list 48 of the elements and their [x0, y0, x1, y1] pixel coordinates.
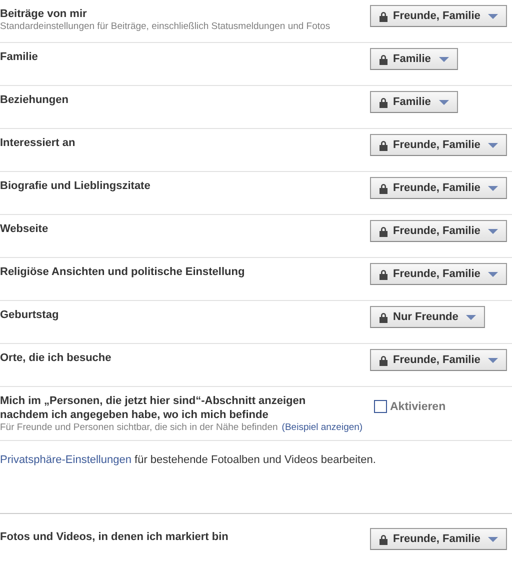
setting-title: Fotos und Videos, in denen ich markiert bin [0, 530, 230, 544]
caret-icon [488, 142, 498, 148]
privacy-dropdown[interactable]: Freunde, Familie [370, 134, 508, 156]
setting-title: Familie [0, 50, 39, 64]
privacy-dropdown[interactable]: Freunde, Familie [370, 177, 508, 199]
caret-icon [438, 56, 449, 62]
setting-title: Religiöse Ansichten und politische Einstellung [0, 265, 246, 279]
privacy-dropdown[interactable]: Freunde, Familie [370, 263, 508, 285]
caret-icon [488, 186, 498, 190]
caret-icon [488, 14, 498, 18]
lock-icon [379, 226, 388, 236]
privacy-settings-link[interactable]: Privatsphäre-Einstellungen [0, 454, 132, 466]
privacy-dropdown[interactable]: Nur Freunde [370, 306, 486, 328]
caret-icon [488, 358, 498, 362]
privacy-dropdown[interactable]: Freunde, Familie [370, 349, 508, 371]
setting-title: Geburtstag [0, 308, 60, 322]
setting-title: Beziehungen [0, 93, 70, 107]
privacy-dropdown[interactable]: Familie [370, 48, 458, 70]
checkbox-icon[interactable] [374, 400, 387, 413]
caret-icon [488, 536, 498, 542]
caret-icon [438, 100, 449, 104]
lock-icon [379, 312, 388, 322]
setting-description: Für Freunde und Personen sichtbar, die sich in der Nähe befinden (Beispiel anzeigen) [0, 422, 364, 434]
setting-title: Mich im „Personen, die jetzt hier sind“-Abschnitt anzeigen nachdem ich angegeben habe, wo ich mich befinde [0, 394, 307, 422]
lock-icon [379, 182, 388, 194]
setting-title: Orte, die ich besuche [0, 351, 112, 365]
privacy-dropdown[interactable]: Freunde, Familie [370, 528, 508, 550]
lock-icon [379, 54, 388, 64]
lock-icon [379, 268, 388, 280]
setting-title: Biografie und Lieblingszitate [0, 179, 152, 193]
caret-icon [466, 314, 476, 320]
photo-settings-note: Privatsphäre-Einstellungen für bestehende Fotoalben und Videos bearbeiten. [0, 453, 377, 468]
lock-icon [379, 140, 388, 150]
activate-checkbox[interactable]: Aktivieren [374, 400, 446, 413]
example-link[interactable]: (Beispiel anzeigen) [282, 422, 363, 433]
privacy-dropdown[interactable]: Familie [370, 91, 458, 113]
setting-title: Beiträge von mir [0, 7, 88, 21]
setting-title: Interessiert an [0, 136, 76, 150]
setting-description: Standardeinstellungen für Beiträge, einschließlich Statusmeldungen und Fotos [0, 21, 332, 33]
lock-icon [379, 10, 388, 22]
lock-icon [379, 354, 388, 366]
caret-icon [488, 272, 498, 276]
setting-title: Webseite [0, 222, 50, 236]
lock-icon [379, 534, 388, 544]
lock-icon [379, 96, 388, 108]
privacy-dropdown[interactable]: Freunde, Familie [370, 220, 508, 242]
caret-icon [488, 228, 498, 234]
privacy-dropdown[interactable]: Freunde, Familie [370, 5, 508, 27]
